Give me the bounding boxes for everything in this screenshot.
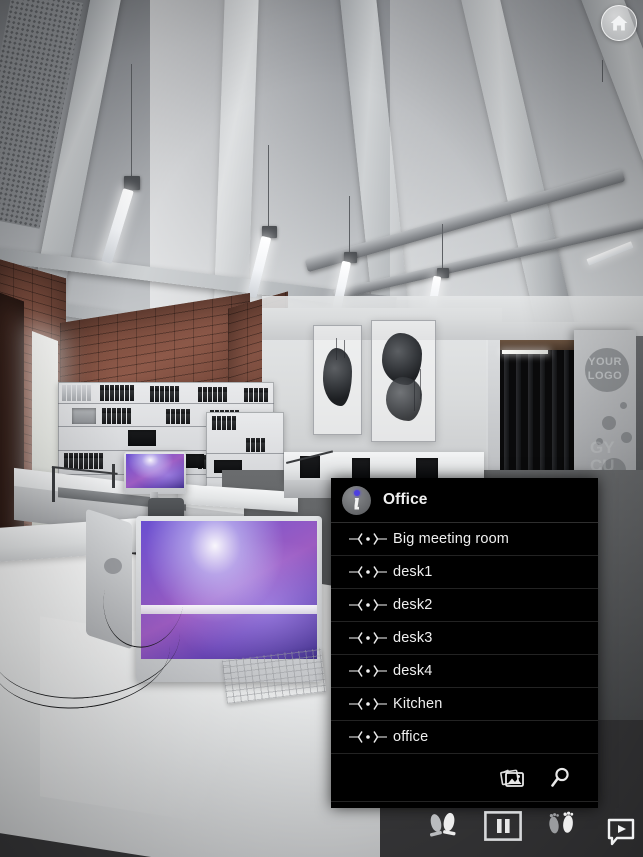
info-icon xyxy=(342,485,371,515)
hotspot-icon xyxy=(331,532,393,546)
binder-group xyxy=(198,387,227,402)
pendant-mount xyxy=(124,176,140,190)
door-light-strip xyxy=(502,350,548,354)
artwork-shape xyxy=(386,377,422,421)
door-slat xyxy=(504,350,509,490)
hotspot-icon xyxy=(331,598,393,612)
artwork-frame xyxy=(371,320,436,442)
hotspot-icon xyxy=(331,697,393,711)
pendant-wire xyxy=(131,64,132,184)
banner-circle xyxy=(621,432,632,443)
panel-header: Office xyxy=(331,478,598,523)
home-icon xyxy=(610,15,628,31)
hotspot-label: desk3 xyxy=(393,630,433,646)
panel-title: Office xyxy=(383,491,428,508)
hotspot-row[interactable]: desk4 xyxy=(331,655,598,688)
pendant-wire xyxy=(602,60,603,82)
banner-faint-text: GY xyxy=(590,438,615,457)
artwork-detail xyxy=(336,338,337,360)
binder-group xyxy=(166,409,190,424)
hotspot-label: desk2 xyxy=(393,597,433,613)
banner-circle xyxy=(602,416,616,430)
hotspot-label: Kitchen xyxy=(393,696,443,712)
credenza-cubby xyxy=(416,458,438,478)
banner-logo-line2: LOGO xyxy=(587,370,623,382)
pause-icon[interactable] xyxy=(484,810,522,841)
artwork-detail xyxy=(414,377,415,411)
shelf-cubby xyxy=(128,430,156,446)
binder-group xyxy=(102,408,131,424)
binder-group xyxy=(212,416,236,430)
monitor-screen xyxy=(126,454,184,488)
pendant-wire xyxy=(349,196,350,254)
hotspot-row[interactable]: Kitchen xyxy=(331,688,598,721)
home-button[interactable] xyxy=(601,5,637,41)
binder-group xyxy=(62,385,91,401)
banner-logo-line1: YOUR xyxy=(588,356,622,368)
hotspot-label: office xyxy=(393,729,429,745)
gallery-icon[interactable] xyxy=(500,765,526,791)
hotspot-row[interactable]: office xyxy=(331,721,598,754)
shelf-row xyxy=(206,432,284,454)
artwork-detail xyxy=(420,369,421,399)
hotspot-row[interactable]: desk1 xyxy=(331,556,598,589)
hotspot-row[interactable]: Big meeting room xyxy=(331,523,598,556)
hotspot-label: desk4 xyxy=(393,663,433,679)
hotspot-panel[interactable]: Office Big meeting room desk1 desk2 desk… xyxy=(331,478,598,841)
binder-group xyxy=(246,438,265,452)
panel-playback-bar[interactable] xyxy=(331,802,598,849)
monitor xyxy=(124,452,186,494)
ceiling xyxy=(0,0,643,340)
artwork-frame xyxy=(313,325,362,435)
info-icon-dot xyxy=(353,489,360,496)
banner-circle xyxy=(620,402,627,409)
binder-group xyxy=(64,453,103,469)
doorway xyxy=(500,350,576,490)
binder-group xyxy=(150,386,179,402)
hotspot-label: Big meeting room xyxy=(393,531,510,547)
hotspot-icon xyxy=(331,664,393,678)
video-bubble-button[interactable] xyxy=(604,816,638,848)
desk-lamp-arm xyxy=(112,464,115,488)
door-header xyxy=(500,340,576,350)
shelf-cubby xyxy=(72,408,96,424)
hotspot-icon xyxy=(331,631,393,645)
hotspot-list[interactable]: Big meeting room desk1 desk2 desk3 desk4… xyxy=(331,523,598,754)
artwork-shape xyxy=(323,348,352,406)
door-slat xyxy=(552,350,557,490)
info-icon-stem xyxy=(354,497,359,510)
hotspot-label: desk1 xyxy=(393,564,433,580)
panorama-viewer[interactable]: YOUR LOGO GY CU Office Big meeting room … xyxy=(0,0,643,857)
door-slat xyxy=(540,350,545,490)
pendant-wire xyxy=(442,224,443,270)
binder-group xyxy=(244,388,268,402)
desk-lamp-arm xyxy=(52,468,55,502)
ceiling-beam xyxy=(452,0,580,340)
walk-back-icon[interactable] xyxy=(426,810,462,842)
hotspot-icon xyxy=(331,565,393,579)
door-slat xyxy=(528,350,533,490)
pendant-wire xyxy=(268,145,269,227)
search-icon[interactable] xyxy=(548,765,574,791)
hotspot-icon xyxy=(331,730,393,744)
door-slat xyxy=(564,350,569,490)
walk-forward-icon[interactable] xyxy=(544,810,580,842)
credenza-cubby xyxy=(352,458,370,478)
hotspot-row[interactable]: desk2 xyxy=(331,589,598,622)
video-bubble-icon xyxy=(607,818,635,846)
binder-group xyxy=(100,385,134,401)
panel-tools[interactable] xyxy=(331,754,598,802)
ceiling-beam xyxy=(566,0,643,325)
hotspot-row[interactable]: desk3 xyxy=(331,622,598,655)
artwork-detail xyxy=(344,340,345,358)
door-slat xyxy=(516,350,521,490)
